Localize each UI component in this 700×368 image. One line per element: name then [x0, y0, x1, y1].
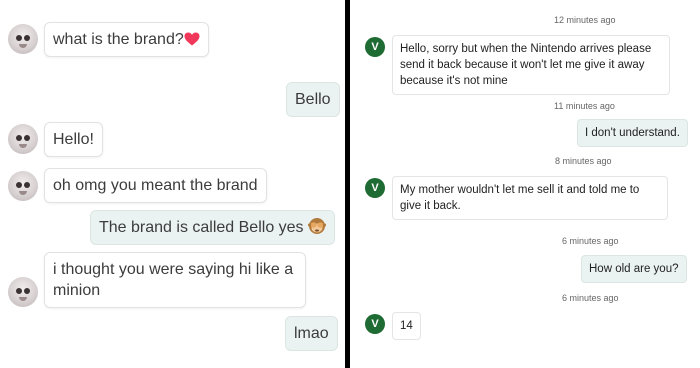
avatar-initial: V: [371, 318, 379, 330]
message-text-line: because it's not mine: [400, 75, 508, 87]
message-bubble-outgoing[interactable]: How old are you?: [581, 255, 687, 283]
message-bubble-incoming[interactable]: Hello!: [44, 122, 103, 157]
message-timestamp: 6 minutes ago: [562, 236, 619, 246]
contact-avatar[interactable]: [8, 171, 38, 201]
contact-avatar[interactable]: [8, 124, 38, 154]
message-text: what is the brand?: [53, 31, 184, 48]
message-text-line: My mother wouldn't let me sell it and to…: [400, 184, 640, 196]
heart-icon: [184, 32, 200, 46]
message-text: How old are you?: [589, 263, 679, 275]
contact-avatar[interactable]: [8, 277, 38, 307]
message-bubble-incoming[interactable]: oh omg you meant the brand: [44, 168, 267, 203]
message-text-line: minion: [53, 282, 101, 299]
message-bubble-outgoing[interactable]: I don't understand.: [577, 119, 688, 147]
message-bubble-incoming[interactable]: what is the brand?: [44, 22, 209, 57]
message-bubble-incoming[interactable]: Hello, sorry but when the Nintendo arriv…: [392, 35, 670, 95]
message-timestamp: 6 minutes ago: [562, 293, 619, 303]
message-text: I don't understand.: [585, 127, 680, 139]
message-text-line: i thought you were saying hi like a: [53, 261, 294, 278]
message-text: lmao: [294, 325, 329, 342]
message-bubble-outgoing[interactable]: The brand is called Bello yes: [90, 210, 336, 245]
message-text: 14: [400, 320, 413, 332]
contact-avatar[interactable]: V: [365, 37, 385, 57]
message-bubble-outgoing[interactable]: lmao: [285, 316, 338, 351]
message-text: Hello!: [53, 131, 94, 148]
contact-avatar[interactable]: V: [365, 178, 385, 198]
message-timestamp: 11 minutes ago: [554, 101, 615, 111]
see-no-evil-monkey-icon: [308, 218, 327, 234]
message-text: oh omg you meant the brand: [53, 177, 258, 194]
message-text: The brand is called Bello yes: [99, 219, 304, 236]
message-text-line: give it back.: [400, 200, 461, 212]
message-text-line: Hello, sorry but when the Nintendo arriv…: [400, 43, 652, 55]
avatar-initial: V: [371, 41, 379, 53]
message-text-line: send it back because it won't let me giv…: [400, 59, 645, 71]
contact-avatar[interactable]: V: [365, 314, 385, 334]
message-timestamp: 12 minutes ago: [554, 15, 616, 25]
screenshot-composite: what is the brand? Bello Hello! oh omg y…: [0, 0, 700, 368]
left-chat-panel: what is the brand? Bello Hello! oh omg y…: [0, 0, 345, 368]
contact-avatar[interactable]: [8, 24, 38, 54]
message-timestamp: 8 minutes ago: [555, 156, 612, 166]
message-bubble-incoming[interactable]: i thought you were saying hi like a mini…: [44, 252, 306, 308]
message-bubble-incoming[interactable]: 14: [392, 312, 421, 340]
avatar-initial: V: [371, 182, 379, 194]
message-bubble-outgoing[interactable]: Bello: [286, 82, 340, 117]
message-text: Bello: [295, 91, 331, 108]
message-bubble-incoming[interactable]: My mother wouldn't let me sell it and to…: [392, 176, 668, 220]
right-chat-panel: 12 minutes ago V Hello, sorry but when t…: [350, 0, 700, 368]
